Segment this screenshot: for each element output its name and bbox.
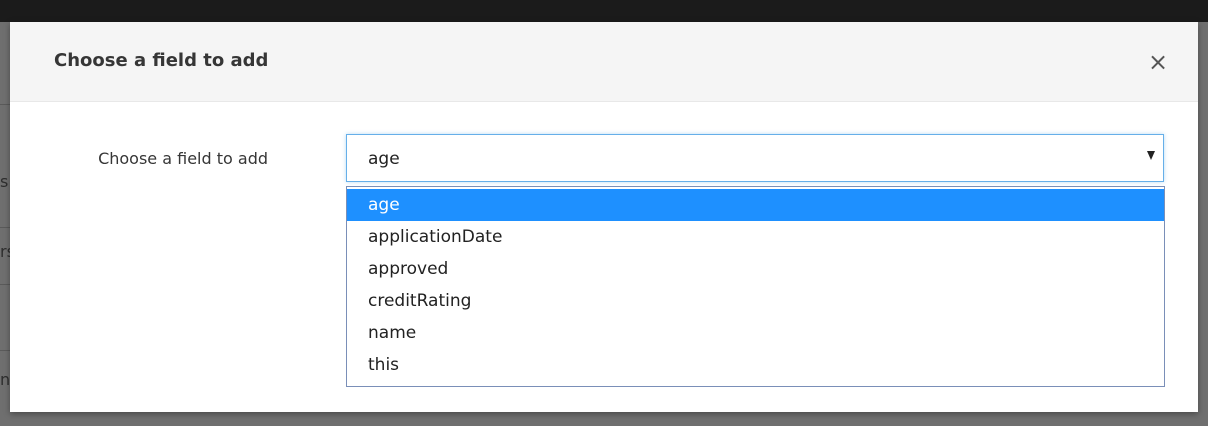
field-select-label: Choose a field to add	[98, 149, 268, 168]
add-field-dialog: Choose a field to add × Choose a field t…	[10, 22, 1198, 412]
background-text: s	[0, 172, 9, 191]
field-dropdown-list: age applicationDate approved creditRating na…	[346, 186, 1165, 387]
dropdown-option[interactable]: creditRating	[347, 285, 1164, 317]
close-icon: ×	[1147, 48, 1169, 76]
dropdown-option[interactable]: name	[347, 317, 1164, 349]
field-select-value: age	[368, 149, 400, 169]
dropdown-option[interactable]: approved	[347, 253, 1164, 285]
background-top-bar	[0, 0, 1208, 22]
close-button[interactable]: ×	[1146, 48, 1170, 76]
dropdown-option[interactable]: applicationDate	[347, 221, 1164, 253]
background-text: n	[0, 370, 10, 389]
dropdown-option[interactable]: this	[347, 349, 1164, 381]
field-select[interactable]: age	[346, 134, 1164, 182]
dropdown-option[interactable]: age	[347, 189, 1164, 221]
dialog-header: Choose a field to add ×	[10, 22, 1198, 102]
dialog-title: Choose a field to add	[54, 50, 269, 71]
background-text: rs	[0, 242, 10, 261]
dropdown-arrow-icon	[1147, 151, 1155, 160]
